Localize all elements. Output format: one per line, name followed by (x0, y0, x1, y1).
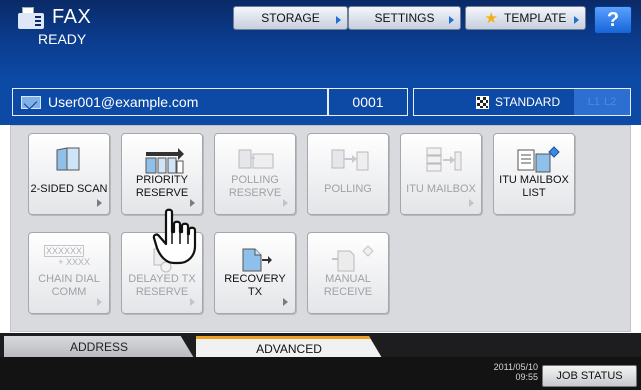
polling-reserve-icon (237, 146, 274, 174)
polling-button[interactable]: POLLING (307, 133, 389, 215)
polling-reserve-label-1: POLLING (231, 174, 279, 186)
polling-label: POLLING (324, 183, 372, 195)
job-status-label: JOB STATUS (556, 370, 623, 382)
arrow-right-icon (97, 298, 102, 306)
arrow-right-icon (574, 16, 579, 24)
arrow-right-icon (336, 16, 341, 24)
chain-dial-icon: XXXXXX + XXXX (44, 245, 94, 273)
arrow-right-icon (190, 199, 195, 207)
delayed-tx-reserve-button[interactable]: DELAYED TX RESERVE (121, 232, 203, 314)
manual-receive-button[interactable]: MANUAL RECEIVE (307, 232, 389, 314)
line-indicator: L1 L2 (574, 89, 630, 115)
resolution-mode-text: STANDARD (495, 95, 561, 109)
itu-mailbox-list-label-2: LIST (522, 187, 546, 199)
help-button-label: ? (606, 8, 620, 31)
priority-reserve-button[interactable]: PRIORITY RESERVE (121, 133, 203, 215)
tab-address-label: ADDRESS (69, 340, 128, 354)
manual-receive-label-1: MANUAL (325, 273, 371, 285)
settings-button[interactable]: SETTINGS (348, 6, 461, 30)
destination-text: User001@example.com (48, 94, 199, 110)
priority-reserve-icon (144, 146, 184, 174)
fax-icon (18, 6, 44, 29)
mail-icon (21, 95, 41, 109)
tab-address[interactable]: ADDRESS (4, 336, 194, 358)
itu-mailbox-list-button[interactable]: ITU MAILBOX LIST (493, 133, 575, 215)
manual-receive-icon (330, 245, 374, 273)
two-sided-scan-label: 2-SIDED SCAN (30, 183, 108, 195)
tab-advanced[interactable]: ADVANCED (196, 336, 382, 358)
itu-mailbox-icon (423, 146, 462, 174)
two-sided-scan-button[interactable]: 2-SIDED SCAN (28, 133, 110, 215)
recovery-tx-label-1: RECOVERY (224, 273, 286, 285)
help-button[interactable]: ? (594, 6, 632, 34)
template-button[interactable]: ★ TEMPLATE (465, 6, 586, 30)
itu-mailbox-label: ITU MAILBOX (406, 183, 476, 195)
storage-button-label: STORAGE (261, 11, 320, 25)
polling-icon (330, 146, 369, 174)
recovery-tx-button[interactable]: RECOVERY TX (214, 232, 296, 314)
arrow-right-icon (97, 199, 102, 207)
arrow-right-icon (190, 298, 195, 306)
chain-dial-comm-label-1: CHAIN DIAL (38, 273, 100, 285)
manual-receive-label-2: RECEIVE (323, 286, 373, 298)
arrow-right-icon (449, 16, 454, 24)
arrow-right-icon (283, 199, 288, 207)
date-text: 2011/05/10 (493, 362, 538, 372)
line-2-indicator: L2 (604, 96, 617, 108)
destination-field[interactable]: User001@example.com (12, 88, 328, 116)
destination-count: 0001 (328, 88, 408, 116)
arrow-right-icon (469, 199, 474, 207)
settings-button-label: SETTINGS (374, 11, 435, 25)
time-text: 09:55 (515, 372, 538, 382)
chain-dial-icon-bottom: + XXXX (58, 257, 90, 267)
delayed-tx-reserve-label-1: DELAYED TX (128, 273, 196, 285)
itu-mailbox-list-icon (516, 146, 560, 174)
datetime-display: 2011/05/10 09:55 (478, 362, 538, 382)
status-text: READY (38, 31, 87, 47)
itu-mailbox-button[interactable]: ITU MAILBOX (400, 133, 482, 215)
chain-dial-icon-top: XXXXXX (44, 245, 84, 257)
header-bar: FAX READY STORAGE SETTINGS ★ TEMPLATE ? (0, 0, 641, 80)
polling-reserve-button[interactable]: POLLING RESERVE (214, 133, 296, 215)
resolution-icon (476, 95, 489, 109)
delayed-tx-icon (144, 245, 180, 273)
app-title-text: FAX (52, 6, 92, 28)
template-button-label: TEMPLATE (503, 11, 567, 25)
chain-dial-comm-button[interactable]: XXXXXX + XXXX CHAIN DIAL COMM (28, 232, 110, 314)
storage-button[interactable]: STORAGE (233, 6, 348, 30)
recovery-tx-icon (237, 245, 273, 273)
star-icon: ★ (484, 10, 498, 27)
count-text: 0001 (352, 94, 384, 110)
itu-mailbox-list-label-1: ITU MAILBOX (499, 174, 569, 186)
job-status-button[interactable]: JOB STATUS (542, 365, 637, 387)
two-sided-scan-icon (51, 146, 87, 174)
app-title: FAX (18, 6, 91, 29)
arrow-right-icon (283, 298, 288, 306)
tab-advanced-label: ADVANCED (256, 341, 322, 356)
priority-reserve-label-1: PRIORITY (136, 174, 188, 186)
line-1-indicator: L1 (587, 96, 600, 108)
